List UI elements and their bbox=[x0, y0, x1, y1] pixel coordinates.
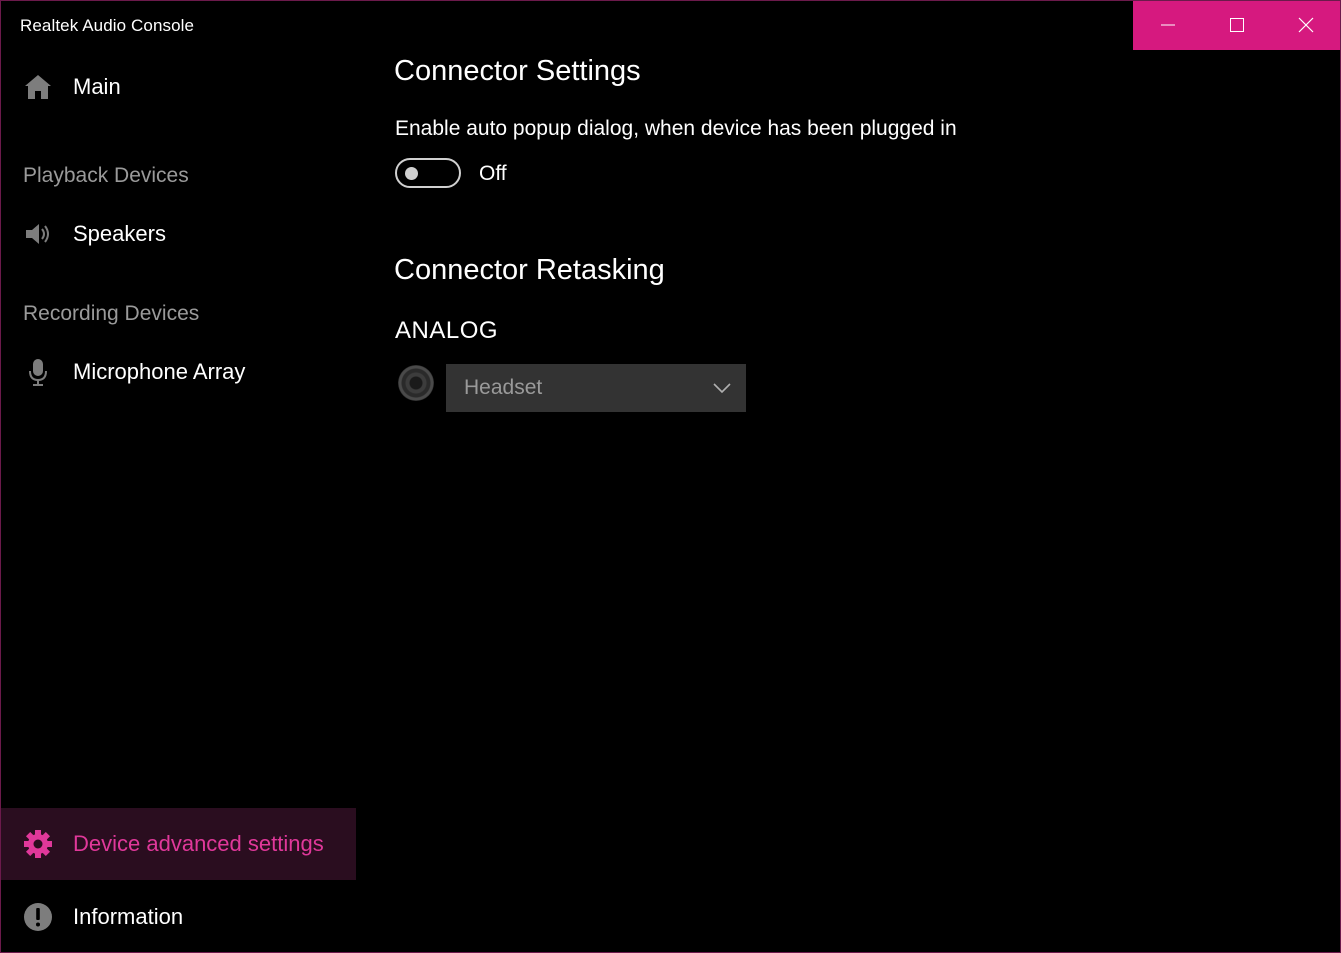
connector-settings-title: Connector Settings bbox=[394, 55, 641, 87]
toggle-knob bbox=[405, 167, 418, 180]
audio-jack-icon bbox=[398, 365, 434, 401]
chevron-down-icon bbox=[712, 382, 732, 394]
app-title: Realtek Audio Console bbox=[20, 16, 195, 35]
info-icon bbox=[22, 901, 54, 933]
recording-devices-header: Recording Devices bbox=[23, 302, 200, 325]
home-icon bbox=[22, 71, 54, 103]
maximize-button[interactable] bbox=[1202, 1, 1271, 50]
nav-item-information[interactable]: Information bbox=[1, 893, 356, 941]
nav-label-device-advanced-settings: Device advanced settings bbox=[73, 831, 324, 856]
nav-label-microphone-array: Microphone Array bbox=[73, 359, 246, 384]
caption-buttons bbox=[1133, 1, 1340, 50]
analog-label: ANALOG bbox=[395, 317, 499, 344]
microphone-icon bbox=[22, 356, 54, 388]
nav-label-main: Main bbox=[73, 74, 121, 99]
nav-item-speakers[interactable]: Speakers bbox=[1, 210, 356, 258]
minimize-button[interactable] bbox=[1133, 1, 1202, 50]
nav-label-information: Information bbox=[73, 904, 184, 929]
connector-retasking-title: Connector Retasking bbox=[394, 254, 665, 286]
nav-item-device-advanced-settings[interactable]: Device advanced settings bbox=[1, 808, 356, 880]
nav-item-microphone-array[interactable]: Microphone Array bbox=[1, 348, 356, 396]
dropdown-value: Headset bbox=[464, 376, 543, 399]
auto-popup-toggle[interactable] bbox=[395, 158, 461, 188]
close-icon bbox=[1298, 17, 1313, 33]
playback-devices-header: Playback Devices bbox=[23, 164, 189, 187]
app-window: Realtek Audio Console Main Playback Devi… bbox=[0, 0, 1341, 953]
minimize-icon bbox=[1160, 24, 1175, 26]
gear-icon bbox=[22, 828, 54, 860]
jack-function-dropdown[interactable]: Headset bbox=[446, 364, 746, 412]
close-button[interactable] bbox=[1271, 1, 1340, 50]
auto-popup-toggle-state: Off bbox=[479, 162, 507, 185]
speaker-icon bbox=[22, 218, 54, 250]
maximize-icon bbox=[1229, 18, 1244, 32]
auto-popup-description: Enable auto popup dialog, when device ha… bbox=[395, 117, 957, 140]
nav-item-main[interactable]: Main bbox=[1, 63, 356, 111]
nav-label-speakers: Speakers bbox=[73, 221, 166, 246]
